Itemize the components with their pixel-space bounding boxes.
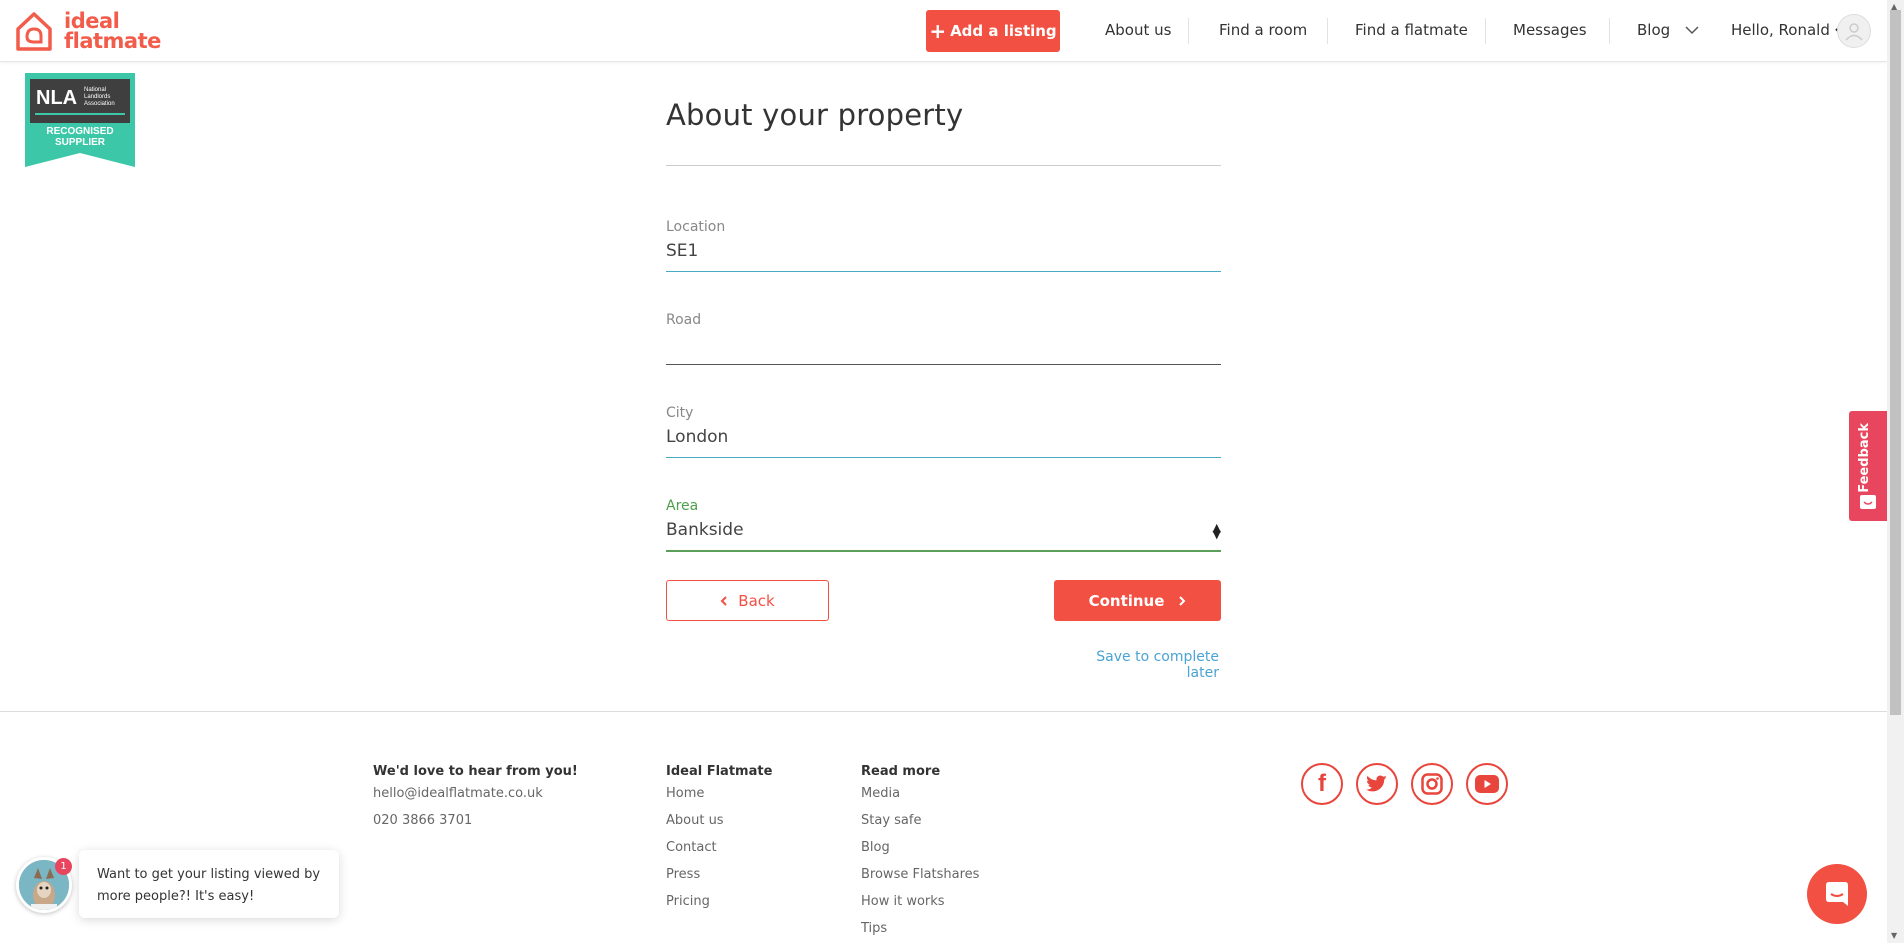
feedback-label: Feedback xyxy=(1857,423,1872,493)
ideal-flatmate-logo[interactable]: ideal flatmate xyxy=(14,9,164,55)
footer-divider xyxy=(0,711,1887,712)
city-field[interactable]: City London xyxy=(666,405,1221,458)
nla-abbr: NLA xyxy=(36,87,78,109)
location-underline xyxy=(666,271,1221,272)
logo-line-2: flatmate xyxy=(64,29,161,53)
footer-phone: 020 3866 3701 xyxy=(373,813,473,828)
user-icon xyxy=(1845,23,1863,41)
add-listing-button[interactable]: + Add a listing xyxy=(926,10,1060,52)
footer-link-home[interactable]: Home xyxy=(666,786,704,801)
chevron-left-icon xyxy=(720,595,727,606)
instagram-icon[interactable] xyxy=(1411,763,1453,805)
road-label: Road xyxy=(666,312,702,328)
continue-label: Continue xyxy=(1088,591,1165,610)
footer-link-about-us[interactable]: About us xyxy=(666,813,724,828)
youtube-icon[interactable] xyxy=(1466,763,1508,805)
footer-read-more-heading: Read more xyxy=(861,764,941,779)
chat-prompt-message: Want to get your listing viewed by more … xyxy=(97,867,321,904)
title-divider xyxy=(666,165,1221,166)
footer-ideal-flatmate-heading: Ideal Flatmate xyxy=(666,764,773,779)
footer-link-press[interactable]: Press xyxy=(666,867,700,882)
nav-find-a-room[interactable]: Find a room xyxy=(1219,21,1307,39)
nla-text-line-2: SUPPLIER xyxy=(54,137,105,148)
area-select[interactable]: Area Bankside ▲ ▼ xyxy=(666,498,1221,552)
location-input[interactable]: SE1 xyxy=(666,241,1221,265)
city-input[interactable]: London xyxy=(666,427,1221,451)
scroll-down-arrow-icon[interactable]: ▼ xyxy=(1891,931,1897,940)
chevron-down-icon xyxy=(1685,26,1699,35)
page-title: About your property xyxy=(666,98,964,132)
location-label: Location xyxy=(666,219,726,235)
facebook-icon[interactable]: f xyxy=(1301,763,1343,805)
nla-text-line-1: RECOGNISED xyxy=(46,126,114,137)
back-label: Back xyxy=(738,591,775,610)
nav-divider xyxy=(1609,18,1610,44)
chat-bubble-icon xyxy=(1826,882,1848,906)
area-label: Area xyxy=(666,498,699,514)
footer-link-tips[interactable]: Tips xyxy=(861,921,887,936)
footer-link-blog[interactable]: Blog xyxy=(861,840,890,855)
nav-divider xyxy=(1485,18,1486,44)
nav-about-us[interactable]: About us xyxy=(1105,21,1171,39)
footer-link-media[interactable]: Media xyxy=(861,786,900,801)
footer-email-link[interactable]: hello@idealflatmate.co.uk xyxy=(373,786,543,801)
avatar[interactable] xyxy=(1837,14,1871,48)
back-button[interactable]: Back xyxy=(666,580,829,621)
nav-blog[interactable]: Blog xyxy=(1637,21,1699,39)
area-selected-value[interactable]: Bankside xyxy=(666,520,1221,544)
add-listing-label: Add a listing xyxy=(950,22,1057,40)
twitter-icon[interactable] xyxy=(1356,763,1398,805)
plus-icon: + xyxy=(929,19,947,43)
logo-line-1: ideal xyxy=(64,9,120,33)
save-to-complete-later-link[interactable]: Save to complete later xyxy=(1065,649,1219,681)
footer-link-browse-flatshares[interactable]: Browse Flatshares xyxy=(861,867,979,882)
chat-notification-badge: 1 xyxy=(55,858,72,875)
nla-org-line-3: Association xyxy=(84,101,115,107)
nla-recognised-supplier-badge: NLA National Landlords Association RECOG… xyxy=(25,73,135,167)
city-underline xyxy=(666,457,1221,458)
footer-contact-heading: We'd love to hear from you! xyxy=(373,764,578,779)
feedback-tab[interactable]: Feedback xyxy=(1849,411,1887,521)
road-input[interactable] xyxy=(666,334,1221,358)
scroll-thumb[interactable] xyxy=(1890,10,1901,715)
nav-divider xyxy=(1327,18,1328,44)
page-scrollbar[interactable]: ▲ ▼ xyxy=(1887,0,1904,943)
city-label: City xyxy=(666,405,694,421)
nav-divider xyxy=(1188,18,1189,44)
footer-link-how-it-works[interactable]: How it works xyxy=(861,894,945,909)
nav-messages[interactable]: Messages xyxy=(1513,21,1587,39)
chevron-right-icon xyxy=(1179,595,1186,606)
nav-find-a-flatmate[interactable]: Find a flatmate xyxy=(1355,21,1468,39)
nla-org-line-1: National xyxy=(84,87,107,93)
select-sort-icon: ▲ ▼ xyxy=(1212,521,1221,541)
user-greeting: Hello, Ronald xyxy=(1731,21,1830,39)
top-navbar: ideal flatmate + Add a listing About us … xyxy=(0,0,1887,62)
nav-blog-label: Blog xyxy=(1637,21,1671,39)
footer-link-stay-safe[interactable]: Stay safe xyxy=(861,813,921,828)
user-menu[interactable]: Hello, Ronald xyxy=(1731,21,1845,39)
messenger-launcher-button[interactable] xyxy=(1807,864,1867,924)
house-logo-icon xyxy=(16,12,52,51)
footer-link-contact[interactable]: Contact xyxy=(666,840,717,855)
area-underline xyxy=(666,550,1221,552)
road-field[interactable]: Road xyxy=(666,312,1221,365)
feedback-chat-icon xyxy=(1860,495,1876,509)
continue-button[interactable]: Continue xyxy=(1054,580,1221,621)
chat-prompt-popup[interactable]: Want to get your listing viewed by more … xyxy=(79,850,339,918)
nla-org-line-2: Landlords xyxy=(84,94,111,100)
footer-link-pricing[interactable]: Pricing xyxy=(666,894,710,909)
location-field[interactable]: Location SE1 xyxy=(666,219,1221,272)
road-underline xyxy=(666,364,1221,365)
